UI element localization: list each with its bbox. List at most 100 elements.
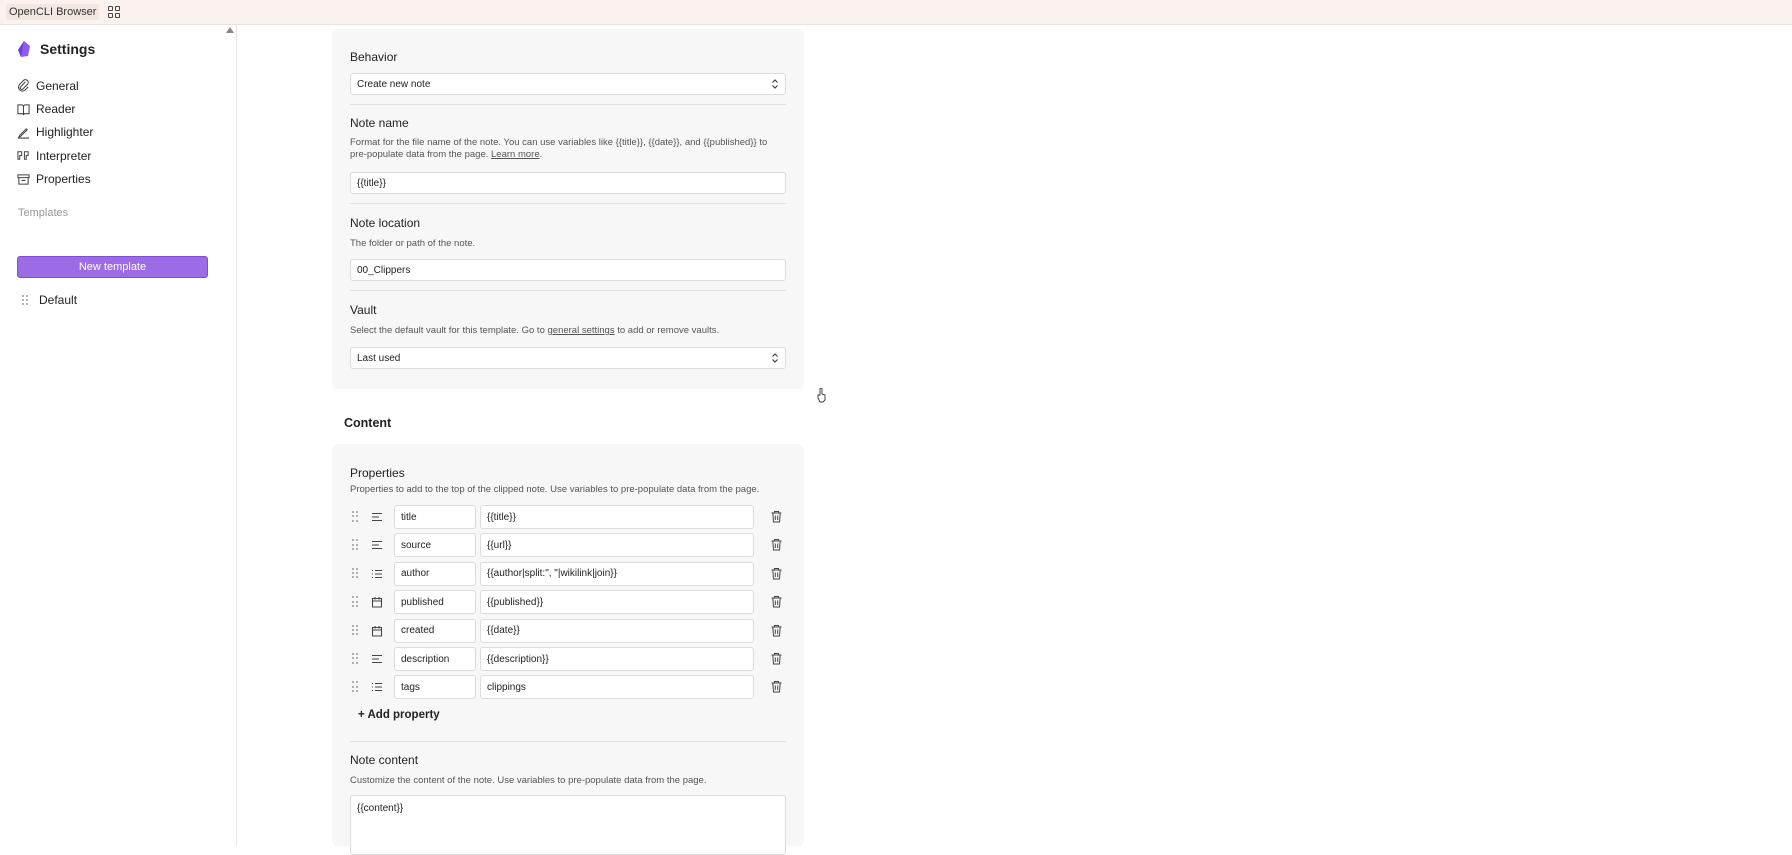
property-name: tags xyxy=(401,681,420,693)
property-name-input[interactable]: created xyxy=(394,618,476,643)
sidebar-item-label: Highlighter xyxy=(36,125,94,140)
property-value-input[interactable]: {{description}} xyxy=(480,647,754,671)
property-name-input[interactable]: source xyxy=(394,533,476,558)
note-name-input[interactable]: {{title}} xyxy=(350,172,786,194)
property-value: {{date}} xyxy=(487,625,520,637)
property-name: author xyxy=(401,568,430,580)
obsidian-logo-icon xyxy=(18,41,30,57)
properties-title: Properties xyxy=(350,466,405,480)
property-value: {{published}} xyxy=(487,596,544,608)
sidebar-item-highlighter[interactable]: Highlighter xyxy=(17,121,93,144)
sidebar-item-label: General xyxy=(36,78,79,93)
template-item-default[interactable]: Default xyxy=(22,293,77,307)
property-value-input[interactable]: {{published}} xyxy=(480,590,754,615)
add-property-button[interactable]: + Add property xyxy=(358,709,440,721)
property-row: title {{title}} xyxy=(350,505,790,529)
vault-select[interactable]: Last used xyxy=(350,347,786,369)
mouse-cursor-icon xyxy=(817,388,826,403)
vault-title: Vault xyxy=(350,303,377,317)
trash-icon[interactable] xyxy=(770,567,783,580)
text-lines-icon[interactable] xyxy=(371,511,383,523)
archive-icon xyxy=(17,174,30,185)
property-value: {{author|split:", "|wikilink|join}} xyxy=(487,568,617,580)
note-name-desc-text: Format for the file name of the note. Yo… xyxy=(350,137,768,160)
divider xyxy=(350,290,786,291)
drag-handle-icon[interactable] xyxy=(22,294,30,306)
property-name: created xyxy=(401,625,435,637)
list-icon[interactable] xyxy=(371,681,383,693)
chevron-updown-icon xyxy=(772,353,778,363)
scroll-up-arrow-icon[interactable] xyxy=(226,27,234,33)
settings-title: Settings xyxy=(40,41,96,57)
calendar-icon[interactable] xyxy=(371,596,383,608)
sidebar: Settings General Reader Highlighter Inte… xyxy=(0,25,237,846)
property-name: source xyxy=(401,539,432,551)
chevron-updown-icon xyxy=(772,79,778,89)
sidebar-item-label: Properties xyxy=(36,172,91,187)
property-name: published xyxy=(401,596,444,608)
new-template-button[interactable]: New template xyxy=(17,256,208,278)
property-name-input[interactable]: tags xyxy=(394,675,476,700)
quote-icon xyxy=(17,151,29,161)
text-lines-icon[interactable] xyxy=(371,653,383,665)
property-row: author {{author|split:", "|wikilink|join}… xyxy=(350,561,790,586)
calendar-icon[interactable] xyxy=(371,625,383,637)
note-location-value: 00_Clippers xyxy=(357,264,411,276)
note-content-value: {{content}} xyxy=(357,803,404,814)
text-lines-icon[interactable] xyxy=(371,539,383,551)
sidebar-item-reader[interactable]: Reader xyxy=(17,97,93,120)
property-value: {{url}} xyxy=(487,539,512,551)
sidebar-item-general[interactable]: General xyxy=(17,74,93,97)
drag-handle-icon[interactable] xyxy=(352,681,360,693)
property-name-input[interactable]: title xyxy=(394,505,476,529)
trash-icon[interactable] xyxy=(770,652,783,665)
trash-icon[interactable] xyxy=(770,510,783,523)
trash-icon[interactable] xyxy=(770,624,783,637)
drag-handle-icon[interactable] xyxy=(352,653,360,664)
note-content-textarea[interactable]: {{content}} xyxy=(350,795,786,855)
templates-section-label: Templates xyxy=(18,207,69,219)
property-value-input[interactable]: clippings xyxy=(480,675,754,700)
sidebar-item-properties[interactable]: Properties xyxy=(17,168,93,191)
property-row: published {{published}} xyxy=(350,590,790,615)
sidebar-item-label: Reader xyxy=(36,102,76,117)
property-value-input[interactable]: {{author|split:", "|wikilink|join}} xyxy=(480,561,754,586)
sidebar-item-label: Interpreter xyxy=(36,148,92,163)
property-name-input[interactable]: published xyxy=(394,590,476,615)
grid-icon[interactable] xyxy=(107,5,121,19)
property-value: {{description}} xyxy=(487,653,549,665)
vault-value: Last used xyxy=(357,352,401,364)
settings-header: Settings xyxy=(18,41,95,57)
trash-icon[interactable] xyxy=(770,595,783,608)
property-name: description xyxy=(401,653,450,665)
property-name-input[interactable]: description xyxy=(394,647,476,671)
note-content-description: Customize the content of the note. Use v… xyxy=(350,775,707,786)
drag-handle-icon[interactable] xyxy=(352,539,360,551)
property-row: tags clippings xyxy=(350,675,790,700)
trash-icon[interactable] xyxy=(770,538,783,551)
property-value-input[interactable]: {{url}} xyxy=(480,533,754,558)
property-name-input[interactable]: author xyxy=(394,561,476,586)
general-settings-link[interactable]: general settings xyxy=(548,325,615,336)
drag-handle-icon[interactable] xyxy=(352,624,360,636)
learn-more-link[interactable]: Learn more xyxy=(491,149,540,160)
highlighter-icon xyxy=(17,128,30,139)
note-location-title: Note location xyxy=(350,216,421,230)
property-row: source {{url}} xyxy=(350,533,790,558)
property-value-input[interactable]: {{title}} xyxy=(480,505,754,529)
property-value-input[interactable]: {{date}} xyxy=(480,618,754,643)
note-location-input[interactable]: 00_Clippers xyxy=(350,259,786,281)
drag-handle-icon[interactable] xyxy=(352,567,360,579)
sidebar-item-interpreter[interactable]: Interpreter xyxy=(17,144,93,167)
drag-handle-icon[interactable] xyxy=(352,596,360,607)
property-row: description {{description}} xyxy=(350,647,790,671)
list-icon[interactable] xyxy=(371,568,383,580)
note-name-title: Note name xyxy=(350,116,409,130)
template-settings-card: Behavior Create new note Note name Forma… xyxy=(332,29,826,403)
drag-handle-icon[interactable] xyxy=(352,511,360,522)
note-name-description: Format for the file name of the note. Yo… xyxy=(350,137,785,161)
trash-icon[interactable] xyxy=(770,680,783,693)
content-card: Properties Properties to add to the top … xyxy=(332,444,804,855)
desc-suffix: . xyxy=(539,149,543,160)
behavior-select[interactable]: Create new note xyxy=(350,73,786,95)
